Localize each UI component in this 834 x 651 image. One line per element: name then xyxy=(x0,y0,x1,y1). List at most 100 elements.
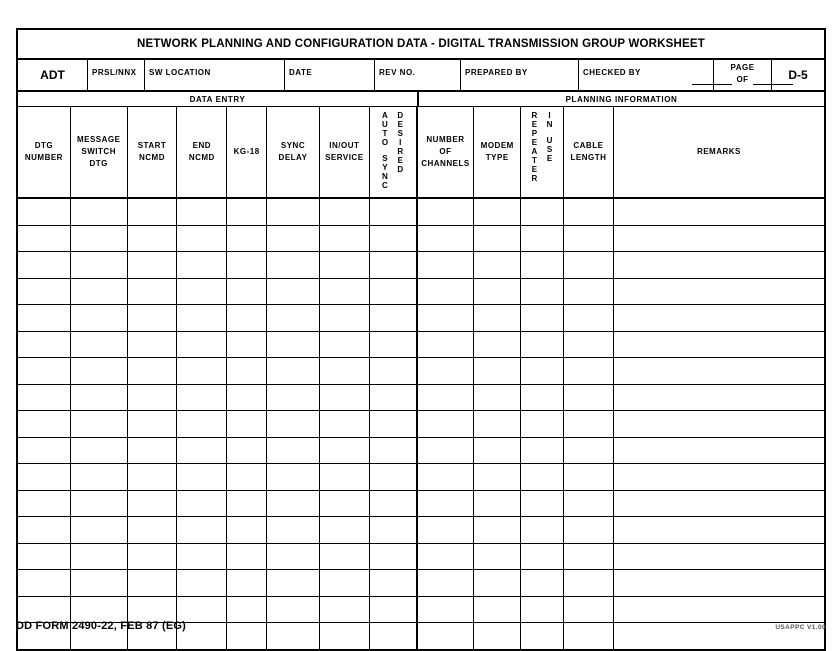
cell-number-of-channels[interactable] xyxy=(418,517,475,543)
cell-repeater-in-use[interactable] xyxy=(521,543,564,569)
cell-remarks[interactable] xyxy=(614,358,824,384)
cell-end-ncmd[interactable] xyxy=(177,543,228,569)
cell-start-ncmd[interactable] xyxy=(128,411,178,437)
cell-sync-delay[interactable] xyxy=(267,384,320,410)
cell-repeater-in-use[interactable] xyxy=(521,464,564,490)
cell-message-switch[interactable] xyxy=(71,437,128,463)
cell-kg-18[interactable] xyxy=(227,596,268,622)
cell-message-switch[interactable] xyxy=(71,252,128,278)
cell-remarks[interactable] xyxy=(614,279,824,305)
cell-modem-type[interactable] xyxy=(474,384,522,410)
cell-auto-sync-desired[interactable] xyxy=(370,437,418,463)
cell-remarks[interactable] xyxy=(614,332,824,358)
cell-dtg-number[interactable] xyxy=(18,543,71,569)
cell-cable-length[interactable] xyxy=(564,331,614,357)
cell-sync-delay[interactable] xyxy=(267,596,320,622)
cell-auto-sync-desired[interactable] xyxy=(370,464,418,490)
cell-auto-sync-desired[interactable] xyxy=(370,543,418,569)
cell-kg-18[interactable] xyxy=(227,305,268,331)
cell-in-out-service[interactable] xyxy=(320,437,370,463)
cell-message-switch[interactable] xyxy=(71,305,128,331)
cell-auto-sync-desired[interactable] xyxy=(370,331,418,357)
cell-start-ncmd[interactable] xyxy=(128,225,178,251)
cell-auto-sync-desired[interactable] xyxy=(370,305,418,331)
cell-sync-delay[interactable] xyxy=(267,570,320,596)
cell-sync-delay[interactable] xyxy=(267,305,320,331)
cell-remarks[interactable] xyxy=(614,438,824,464)
cell-sync-delay[interactable] xyxy=(267,543,320,569)
cell-repeater-in-use[interactable] xyxy=(521,596,564,622)
cell-start-ncmd[interactable] xyxy=(128,543,178,569)
cell-dtg-number[interactable] xyxy=(18,411,71,437)
cell-end-ncmd[interactable] xyxy=(177,358,228,384)
cell-kg-18[interactable] xyxy=(227,517,268,543)
cell-end-ncmd[interactable] xyxy=(177,225,228,251)
cell-dtg-number[interactable] xyxy=(18,278,71,304)
page-from-rule[interactable] xyxy=(692,74,733,85)
cell-cable-length[interactable] xyxy=(564,437,614,463)
cell-remarks[interactable] xyxy=(614,570,824,596)
cell-number-of-channels[interactable] xyxy=(418,543,475,569)
cell-start-ncmd[interactable] xyxy=(128,331,178,357)
cell-message-switch[interactable] xyxy=(71,225,128,251)
cell-modem-type[interactable] xyxy=(474,331,522,357)
cell-sync-delay[interactable] xyxy=(267,278,320,304)
cell-start-ncmd[interactable] xyxy=(128,384,178,410)
cell-end-ncmd[interactable] xyxy=(177,199,228,225)
cell-remarks[interactable] xyxy=(614,226,824,252)
cell-number-of-channels[interactable] xyxy=(418,358,475,384)
adt-field[interactable]: ADT xyxy=(18,60,88,90)
cell-cable-length[interactable] xyxy=(564,517,614,543)
cell-cable-length[interactable] xyxy=(564,252,614,278)
cell-repeater-in-use[interactable] xyxy=(521,252,564,278)
cell-message-switch[interactable] xyxy=(71,199,128,225)
cell-auto-sync-desired[interactable] xyxy=(370,517,418,543)
cell-auto-sync-desired[interactable] xyxy=(370,490,418,516)
cell-message-switch[interactable] xyxy=(71,411,128,437)
cell-kg-18[interactable] xyxy=(227,331,268,357)
cell-sync-delay[interactable] xyxy=(267,517,320,543)
cell-repeater-in-use[interactable] xyxy=(521,490,564,516)
cell-message-switch[interactable] xyxy=(71,596,128,622)
cell-repeater-in-use[interactable] xyxy=(521,278,564,304)
cell-kg-18[interactable] xyxy=(227,543,268,569)
cell-end-ncmd[interactable] xyxy=(177,278,228,304)
cell-repeater-in-use[interactable] xyxy=(521,517,564,543)
cell-modem-type[interactable] xyxy=(474,199,522,225)
cell-end-ncmd[interactable] xyxy=(177,570,228,596)
cell-number-of-channels[interactable] xyxy=(418,384,475,410)
cell-remarks[interactable] xyxy=(614,491,824,517)
cell-end-ncmd[interactable] xyxy=(177,490,228,516)
cell-repeater-in-use[interactable] xyxy=(521,305,564,331)
cell-repeater-in-use[interactable] xyxy=(521,437,564,463)
cell-cable-length[interactable] xyxy=(564,384,614,410)
cell-repeater-in-use[interactable] xyxy=(521,225,564,251)
cell-modem-type[interactable] xyxy=(474,543,522,569)
cell-message-switch[interactable] xyxy=(71,490,128,516)
cell-cable-length[interactable] xyxy=(564,570,614,596)
cell-in-out-service[interactable] xyxy=(320,252,370,278)
cell-sync-delay[interactable] xyxy=(267,225,320,251)
cell-kg-18[interactable] xyxy=(227,384,268,410)
cell-dtg-number[interactable] xyxy=(18,358,71,384)
sw-location-field[interactable]: SW LOCATION xyxy=(145,60,285,90)
cell-sync-delay[interactable] xyxy=(267,331,320,357)
cell-cable-length[interactable] xyxy=(564,305,614,331)
cell-end-ncmd[interactable] xyxy=(177,411,228,437)
cell-message-switch[interactable] xyxy=(71,517,128,543)
cell-dtg-number[interactable] xyxy=(18,331,71,357)
cell-repeater-in-use[interactable] xyxy=(521,570,564,596)
cell-repeater-in-use[interactable] xyxy=(521,384,564,410)
cell-sync-delay[interactable] xyxy=(267,490,320,516)
cell-message-switch[interactable] xyxy=(71,278,128,304)
cell-message-switch[interactable] xyxy=(71,358,128,384)
cell-number-of-channels[interactable] xyxy=(418,437,475,463)
cell-start-ncmd[interactable] xyxy=(128,464,178,490)
cell-in-out-service[interactable] xyxy=(320,331,370,357)
cell-in-out-service[interactable] xyxy=(320,305,370,331)
cell-remarks[interactable] xyxy=(614,252,824,278)
cell-cable-length[interactable] xyxy=(564,411,614,437)
cell-auto-sync-desired[interactable] xyxy=(370,384,418,410)
cell-repeater-in-use[interactable] xyxy=(521,411,564,437)
cell-kg-18[interactable] xyxy=(227,570,268,596)
